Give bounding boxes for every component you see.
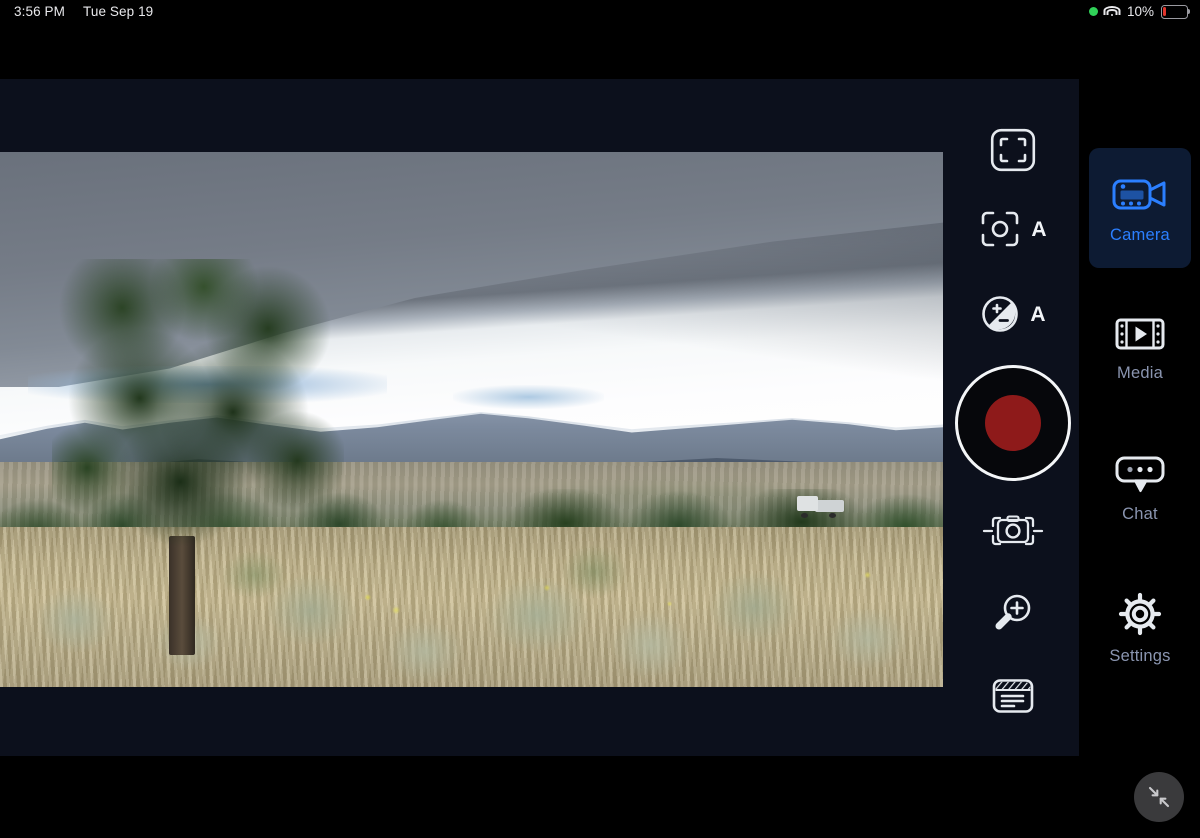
blue-sky-patch-secondary [452, 384, 604, 409]
frame-guides-icon [990, 128, 1035, 172]
camcorder-icon [1112, 179, 1166, 209]
chat-bubble-icon [1115, 456, 1165, 492]
tab-media[interactable]: Media [1089, 288, 1191, 408]
tab-camera[interactable]: Camera [1089, 148, 1191, 268]
status-bar-left: 3:56 PM Tue Sep 19 [14, 4, 153, 19]
collapse-arrows-icon [1148, 786, 1170, 808]
snapshot-button[interactable] [960, 503, 1065, 559]
framing-guides-button[interactable] [960, 122, 1065, 178]
battery-icon [1161, 4, 1191, 19]
camera-snapshot-icon [982, 515, 1043, 546]
focus-mode-button[interactable]: A [960, 203, 1065, 255]
exposure-auto-label: A [1030, 302, 1046, 326]
right-tab-bar: Camera Media Chat Settings [1080, 26, 1200, 838]
magnifier-plus-icon [995, 594, 1030, 630]
collapse-button[interactable] [1134, 772, 1184, 822]
parked-truck [796, 494, 844, 519]
date: Tue Sep 19 [82, 4, 154, 19]
film-play-icon [1115, 318, 1165, 349]
status-bar-right: 10% [1088, 4, 1191, 19]
gear-icon [1118, 592, 1162, 635]
app-root: 3:56 PM Tue Sep 19 10% A A Camera Media … [0, 0, 1200, 838]
tab-chat[interactable]: Chat [1089, 428, 1191, 548]
exposure-compensation-button[interactable]: A [960, 288, 1065, 340]
status-bar: 3:56 PM Tue Sep 19 10% [0, 0, 1200, 26]
notes-card-icon [992, 679, 1033, 713]
notes-button[interactable] [960, 668, 1065, 724]
recording-indicator-dot [1088, 7, 1098, 16]
wifi-icon [1103, 5, 1121, 18]
record-button-inner [985, 395, 1041, 451]
zoom-in-button[interactable] [960, 585, 1065, 641]
tab-chat-label: Chat [1122, 504, 1158, 523]
camera-viewfinder[interactable] [0, 152, 943, 687]
focus-target-icon [982, 211, 1019, 247]
tab-media-label: Media [1117, 363, 1163, 382]
record-button[interactable] [955, 365, 1071, 481]
clock: 3:56 PM [14, 4, 65, 19]
juniper-tree [51, 259, 345, 655]
tab-settings[interactable]: Settings [1089, 568, 1191, 688]
tab-camera-label: Camera [1110, 225, 1170, 244]
exposure-compensation-icon [982, 296, 1019, 332]
battery-percent-label: 10% [1126, 4, 1154, 19]
focus-auto-label: A [1031, 217, 1047, 241]
tab-settings-label: Settings [1109, 646, 1171, 665]
